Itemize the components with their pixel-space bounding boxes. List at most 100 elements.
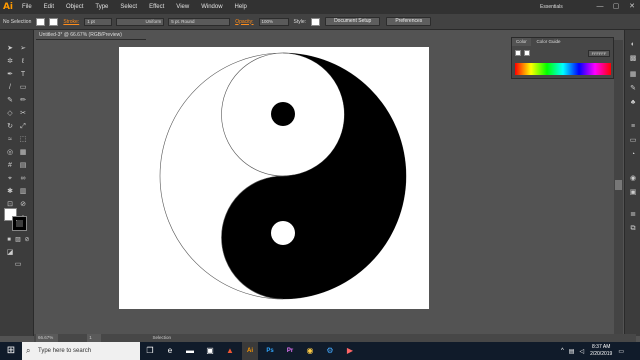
menu-select[interactable]: Select xyxy=(114,0,143,14)
stroke-swatch[interactable] xyxy=(49,17,59,26)
stroke-color-icon[interactable] xyxy=(12,216,27,231)
tab-color-guide[interactable]: Color Guide xyxy=(532,38,564,46)
panel-dock: ◐ ▩ ▦ ✎ ♣ ≡ ▭ ◔ ◉ ▣ ≣ ⧉ xyxy=(624,30,640,336)
perspective-grid-icon[interactable]: ▦ xyxy=(18,148,28,157)
windows-start-icon[interactable]: ⊞ xyxy=(0,342,22,360)
panel-fill-icon[interactable] xyxy=(515,50,521,56)
fill-swatch[interactable] xyxy=(36,17,46,26)
hex-input[interactable]: FFFFFF xyxy=(588,50,610,57)
action-center-icon[interactable]: ▭ xyxy=(618,348,624,355)
task-view-icon[interactable]: ❐ xyxy=(142,342,158,360)
opacity-input[interactable]: 100% xyxy=(258,17,289,26)
symbols-icon[interactable]: ♣ xyxy=(628,98,638,107)
menu-view[interactable]: View xyxy=(170,0,195,14)
slice-tool-icon[interactable]: ⊘ xyxy=(18,200,28,209)
mesh-tool-icon[interactable]: # xyxy=(5,161,15,170)
color-guide-icon[interactable]: ▩ xyxy=(628,54,638,63)
yin-yang-artwork[interactable] xyxy=(119,47,429,309)
layers-icon[interactable]: ≣ xyxy=(628,210,638,219)
artboard-navigator[interactable]: 1 xyxy=(87,334,102,342)
acrobat-icon[interactable]: ▲ xyxy=(222,342,238,360)
color-panel-icon[interactable]: ◐ xyxy=(628,40,638,49)
magic-wand-icon[interactable]: ✲ xyxy=(5,57,15,66)
graphic-styles-icon[interactable]: ▣ xyxy=(628,188,638,197)
menu-window[interactable]: Window xyxy=(195,0,228,14)
paintbrush-icon[interactable]: ✎ xyxy=(5,96,15,105)
eyedropper-icon[interactable]: ⌖ xyxy=(5,174,15,183)
lasso-icon[interactable]: ℓ xyxy=(18,57,28,66)
settings-icon[interactable]: ⚙ xyxy=(322,342,338,360)
taskbar-search-input[interactable]: ⌕ Type here to search xyxy=(22,342,140,360)
artboard[interactable] xyxy=(119,47,429,309)
workspace-switcher[interactable]: Essentials xyxy=(540,2,580,12)
menu-type[interactable]: Type xyxy=(89,0,114,14)
pencil-icon[interactable]: ✏ xyxy=(18,96,28,105)
notification-chevron-icon[interactable]: ^ xyxy=(561,348,564,354)
volume-icon[interactable]: ◁ xyxy=(579,348,584,355)
stroke-label[interactable]: Stroke: xyxy=(63,19,79,25)
tab-color[interactable]: Color xyxy=(512,38,531,46)
symbol-sprayer-icon[interactable]: ✱ xyxy=(5,187,15,196)
menu-effect[interactable]: Effect xyxy=(143,0,170,14)
gradient-tool-icon[interactable]: ▤ xyxy=(18,161,28,170)
free-transform-icon[interactable]: ⬚ xyxy=(18,135,28,144)
store-icon[interactable]: ▣ xyxy=(202,342,218,360)
style-swatch[interactable] xyxy=(311,17,321,26)
menu-edit[interactable]: Edit xyxy=(38,0,60,14)
pen-tool-icon[interactable]: ✒ xyxy=(5,70,15,79)
rotate-tool-icon[interactable]: ↻ xyxy=(5,122,15,131)
close-button[interactable]: ✕ xyxy=(624,0,640,14)
minimize-button[interactable]: — xyxy=(592,0,608,14)
preferences-button[interactable]: Preferences xyxy=(386,17,432,26)
draw-mode-icon[interactable]: ◪ xyxy=(5,248,15,257)
stroke-profile-dropdown[interactable]: Uniform xyxy=(116,17,165,26)
blend-tool-icon[interactable]: ∞ xyxy=(18,174,28,183)
panel-stroke-icon[interactable] xyxy=(524,50,530,56)
zoom-dropdown[interactable]: 66.67% xyxy=(36,334,58,342)
scale-tool-icon[interactable]: ⤢ xyxy=(18,122,28,131)
yang-dot xyxy=(271,102,295,126)
network-icon[interactable]: ▤ xyxy=(569,348,575,355)
control-bar: No Selection Stroke: 1 pt Uniform 5 pt. … xyxy=(0,14,640,30)
none-mode-icon[interactable]: ⊘ xyxy=(22,236,32,245)
brush-dropdown[interactable]: 5 pt. Round xyxy=(168,17,231,26)
rectangle-tool-icon[interactable]: ▭ xyxy=(18,83,28,92)
direct-selection-tool-icon[interactable]: ➢ xyxy=(18,44,28,53)
vertical-scrollbar[interactable] xyxy=(614,40,623,334)
appearance-icon[interactable]: ◉ xyxy=(628,174,638,183)
transparency-icon[interactable]: ◔ xyxy=(628,150,638,159)
brushes-icon[interactable]: ✎ xyxy=(628,84,638,93)
menu-help[interactable]: Help xyxy=(229,0,253,14)
graph-tool-icon[interactable]: ▥ xyxy=(18,187,28,196)
illustrator-taskbar-icon[interactable]: Ai xyxy=(242,342,258,360)
shape-builder-icon[interactable]: ◎ xyxy=(5,148,15,157)
style-label: Style: xyxy=(293,18,307,25)
color-spectrum[interactable] xyxy=(515,63,611,75)
clock[interactable]: 8:37 AM 2/20/2019 xyxy=(590,344,612,358)
photoshop-taskbar-icon[interactable]: Ps xyxy=(262,342,278,360)
document-setup-button[interactable]: Document Setup xyxy=(325,17,381,26)
edge-browser-icon[interactable]: e xyxy=(162,342,178,360)
scissors-icon[interactable]: ✂ xyxy=(18,109,28,118)
line-tool-icon[interactable]: / xyxy=(5,83,15,92)
scroll-thumb[interactable] xyxy=(615,180,622,190)
chrome-icon[interactable]: ◉ xyxy=(302,342,318,360)
stroke-panel-icon[interactable]: ≡ xyxy=(628,122,638,131)
type-tool-icon[interactable]: T xyxy=(18,70,28,79)
premiere-taskbar-icon[interactable]: Pr xyxy=(282,342,298,360)
gradient-panel-icon[interactable]: ▭ xyxy=(628,136,638,145)
stroke-weight-dropdown[interactable]: 1 pt xyxy=(84,17,113,26)
menu-file[interactable]: File xyxy=(16,0,38,14)
document-tab[interactable]: Untitled-3* @ 66.67% (RGB/Preview) xyxy=(36,30,146,40)
menu-object[interactable]: Object xyxy=(60,0,89,14)
file-explorer-icon[interactable]: ▬ xyxy=(182,342,198,360)
opacity-label[interactable]: Opacity: xyxy=(235,19,253,25)
eraser-icon[interactable]: ◇ xyxy=(5,109,15,118)
maximize-button[interactable]: ▢ xyxy=(608,0,624,14)
media-player-icon[interactable]: ▶ xyxy=(342,342,358,360)
screen-mode-icon[interactable]: ▭ xyxy=(13,260,23,269)
width-tool-icon[interactable]: ≈ xyxy=(5,135,15,144)
selection-tool-icon[interactable]: ➤ xyxy=(5,44,15,53)
swatches-icon[interactable]: ▦ xyxy=(628,70,638,79)
artboards-panel-icon[interactable]: ⧉ xyxy=(628,224,638,233)
